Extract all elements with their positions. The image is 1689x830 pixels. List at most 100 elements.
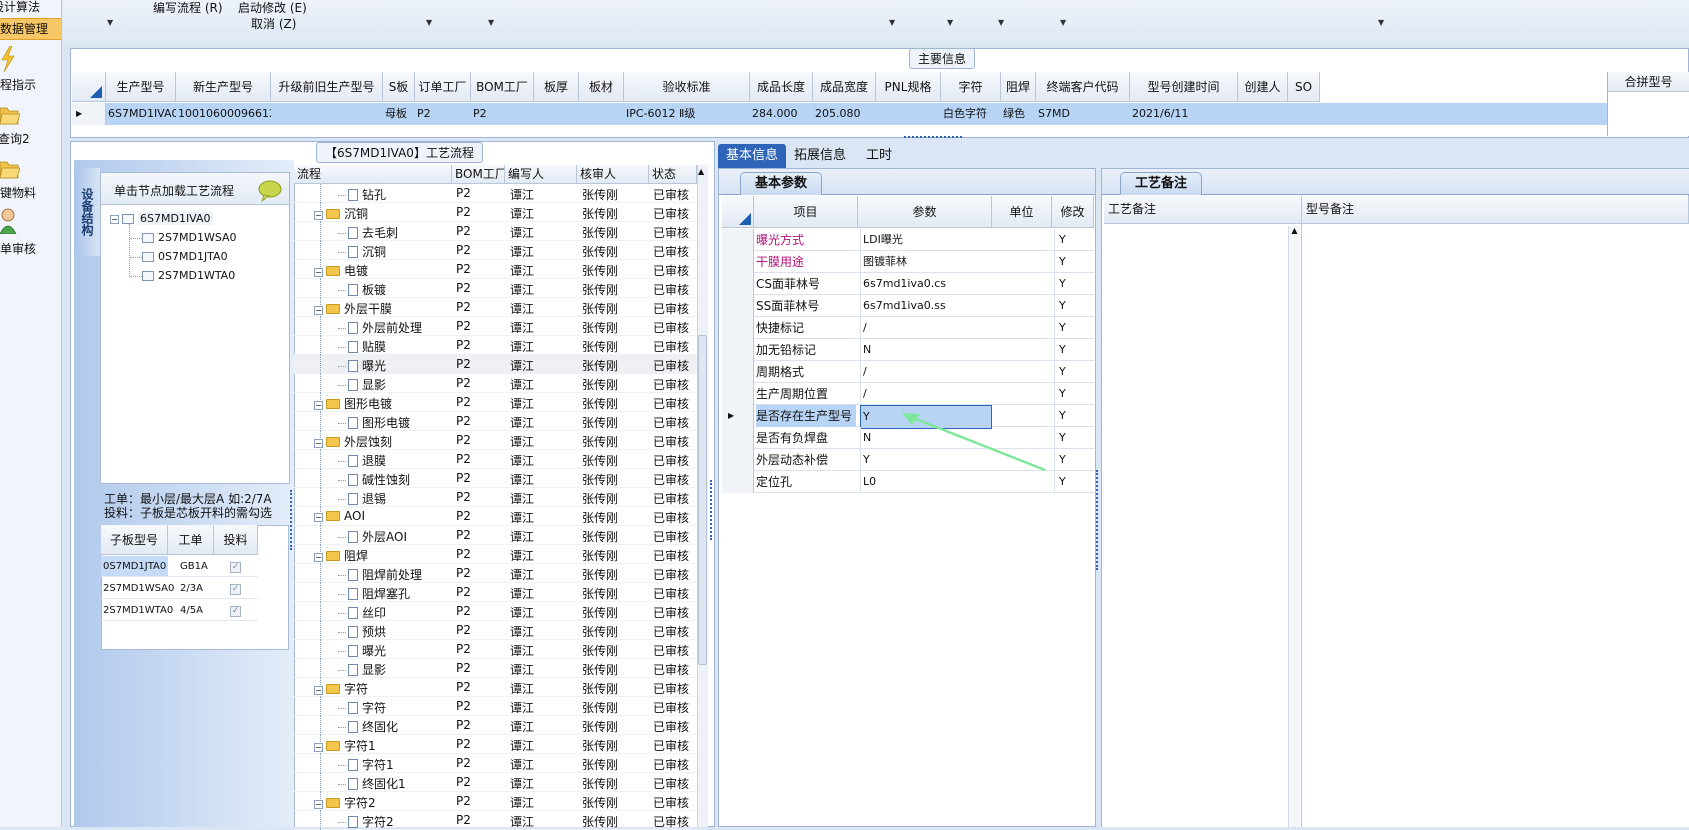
sub-col-header[interactable]: 子板型号 <box>101 525 168 555</box>
flow-writer-cell[interactable]: 谭江 <box>510 186 570 203</box>
main-cell[interactable] <box>876 104 941 124</box>
flow-reviewer-cell[interactable]: 张传刚 <box>582 623 644 640</box>
main-col-header[interactable]: 订单工厂 <box>415 72 471 102</box>
flow-reviewer-cell[interactable]: 张传刚 <box>582 661 644 678</box>
main-col-header[interactable]: 板材 <box>579 72 624 102</box>
chevron-down-icon[interactable]: ▼ <box>488 18 494 27</box>
flow-status-cell[interactable]: 已审核 <box>653 376 697 393</box>
flow-step-name[interactable]: − 字符1 <box>314 737 376 754</box>
flow-writer-cell[interactable]: 谭江 <box>510 699 570 716</box>
subtab-process-remarks[interactable]: 工艺备注 <box>1120 172 1203 195</box>
param-value-cell[interactable]: / <box>860 317 992 339</box>
process-remark-textarea[interactable] <box>1102 224 1302 827</box>
flow-writer-cell[interactable]: 谭江 <box>510 490 570 507</box>
flow-reviewer-cell[interactable]: 张传刚 <box>582 414 644 431</box>
flow-writer-cell[interactable]: 谭江 <box>510 357 570 374</box>
flow-writer-cell[interactable]: 谭江 <box>510 433 570 450</box>
flow-status-cell[interactable]: 已审核 <box>653 642 697 659</box>
flow-status-cell[interactable]: 已审核 <box>653 319 697 336</box>
collapse-icon[interactable]: − <box>314 306 323 315</box>
checkbox[interactable]: ✓ <box>230 584 241 595</box>
flow-step-name[interactable]: − AOI <box>314 509 365 523</box>
main-cell[interactable]: 284.000 <box>750 104 813 124</box>
param-mod-cell[interactable]: Y <box>1054 317 1094 339</box>
flow-writer-cell[interactable]: 谭江 <box>510 737 570 754</box>
flow-writer-cell[interactable]: 谭江 <box>510 414 570 431</box>
flow-bom-cell[interactable]: P2 <box>456 680 501 694</box>
flow-status-cell[interactable]: 已审核 <box>653 452 697 469</box>
flow-step-name[interactable]: 去毛刺 <box>338 224 398 241</box>
flow-step-name[interactable]: − 字符 <box>314 680 368 697</box>
model-remark-textarea[interactable] <box>1302 224 1689 827</box>
flow-step-name[interactable]: − 电镀 <box>314 262 368 279</box>
nav-item-data-management[interactable]: 数据管理 <box>0 18 61 40</box>
nav-item-query2[interactable]: 查询2 <box>0 130 60 147</box>
flow-bom-cell[interactable]: P2 <box>456 262 501 276</box>
nav-item-key-material[interactable]: 关键物料 <box>0 184 50 201</box>
flow-step-name[interactable]: 碱性蚀刻 <box>338 471 410 488</box>
flow-step-name[interactable]: 显影 <box>338 661 386 678</box>
collapse-icon[interactable]: − <box>314 686 323 695</box>
param-item-cell[interactable]: 加无铅标记 <box>756 339 856 361</box>
flow-status-cell[interactable]: 已审核 <box>653 623 697 640</box>
flow-status-cell[interactable]: 已审核 <box>653 224 697 241</box>
flow-bom-cell[interactable]: P2 <box>456 661 501 675</box>
flow-reviewer-cell[interactable]: 张传刚 <box>582 528 644 545</box>
flow-writer-cell[interactable]: 谭江 <box>510 813 570 830</box>
main-cell[interactable] <box>271 104 383 124</box>
main-col-header[interactable]: 升级前旧生产型号 <box>271 72 383 102</box>
param-item-cell[interactable]: 外层动态补偿 <box>756 449 856 471</box>
param-mod-cell[interactable]: Y <box>1054 405 1094 427</box>
struct-tab[interactable]: 设备结构 <box>74 168 100 256</box>
flow-bom-cell[interactable]: P2 <box>456 471 501 485</box>
main-col-header[interactable]: PNL规格 <box>876 72 941 102</box>
nav-item-design-algorithm[interactable]: 设计算法 <box>0 0 54 15</box>
param-item-cell[interactable]: 是否有负焊盘 <box>756 427 856 449</box>
flow-status-cell[interactable]: 已审核 <box>653 357 697 374</box>
param-mod-cell[interactable]: Y <box>1054 273 1094 295</box>
flow-step-name[interactable]: 外层AOI <box>338 528 407 545</box>
sub-feed-cell[interactable]: ✓ <box>214 578 258 599</box>
flow-reviewer-cell[interactable]: 张传刚 <box>582 452 644 469</box>
flow-step-name[interactable]: 钻孔 <box>338 186 386 203</box>
collapse-icon[interactable]: − <box>314 800 323 809</box>
flow-writer-cell[interactable]: 谭江 <box>510 243 570 260</box>
flow-writer-cell[interactable]: 谭江 <box>510 281 570 298</box>
nav-item-order-review[interactable]: 工单审核 <box>0 240 50 257</box>
tree-node-child[interactable]: 0S7MD1JTA0 <box>130 250 228 263</box>
param-col-header[interactable]: 单位 <box>992 196 1052 228</box>
flow-bom-cell[interactable]: P2 <box>456 319 501 333</box>
chevron-down-icon[interactable]: ▼ <box>998 18 1004 27</box>
main-cell[interactable]: IPC-6012 Ⅱ级 <box>624 104 750 124</box>
flow-reviewer-cell[interactable]: 张传刚 <box>582 224 644 241</box>
flow-bom-cell[interactable]: P2 <box>456 205 501 219</box>
flow-writer-cell[interactable]: 谭江 <box>510 661 570 678</box>
flow-bom-cell[interactable]: P2 <box>456 433 501 447</box>
chevron-down-icon[interactable]: ▼ <box>426 18 432 27</box>
flow-writer-cell[interactable]: 谭江 <box>510 566 570 583</box>
main-col-header[interactable]: 新生产型号 <box>176 72 271 102</box>
flow-writer-cell[interactable]: 谭江 <box>510 224 570 241</box>
flow-step-name[interactable]: 曝光 <box>338 357 386 374</box>
flow-reviewer-cell[interactable]: 张传刚 <box>582 566 644 583</box>
param-item-cell[interactable]: 周期格式 <box>756 361 856 383</box>
main-cell[interactable]: 2021/6/11 <box>1130 104 1238 124</box>
param-mod-cell[interactable]: Y <box>1054 339 1094 361</box>
flow-col-header[interactable]: 核审人 <box>577 165 649 184</box>
main-col-header[interactable]: S板 <box>383 72 415 102</box>
flow-reviewer-cell[interactable]: 张传刚 <box>582 262 644 279</box>
main-cell[interactable]: 母板 <box>383 104 415 124</box>
param-mod-cell[interactable]: Y <box>1054 251 1094 273</box>
main-cell[interactable]: 10010600096612 <box>176 104 271 124</box>
param-value-cell[interactable]: / <box>860 361 992 383</box>
flow-bom-cell[interactable]: P2 <box>456 414 501 428</box>
flow-step-name[interactable]: 退锡 <box>338 490 386 507</box>
flow-status-cell[interactable]: 已审核 <box>653 756 697 773</box>
flow-reviewer-cell[interactable]: 张传刚 <box>582 186 644 203</box>
flow-writer-cell[interactable]: 谭江 <box>510 262 570 279</box>
tab-extended-info[interactable]: 拓展信息 <box>786 144 854 168</box>
flow-status-cell[interactable]: 已审核 <box>653 813 697 830</box>
flow-reviewer-cell[interactable]: 张传刚 <box>582 319 644 336</box>
flow-writer-cell[interactable]: 谭江 <box>510 395 570 412</box>
tree-node-child[interactable]: 2S7MD1WTA0 <box>130 269 235 282</box>
